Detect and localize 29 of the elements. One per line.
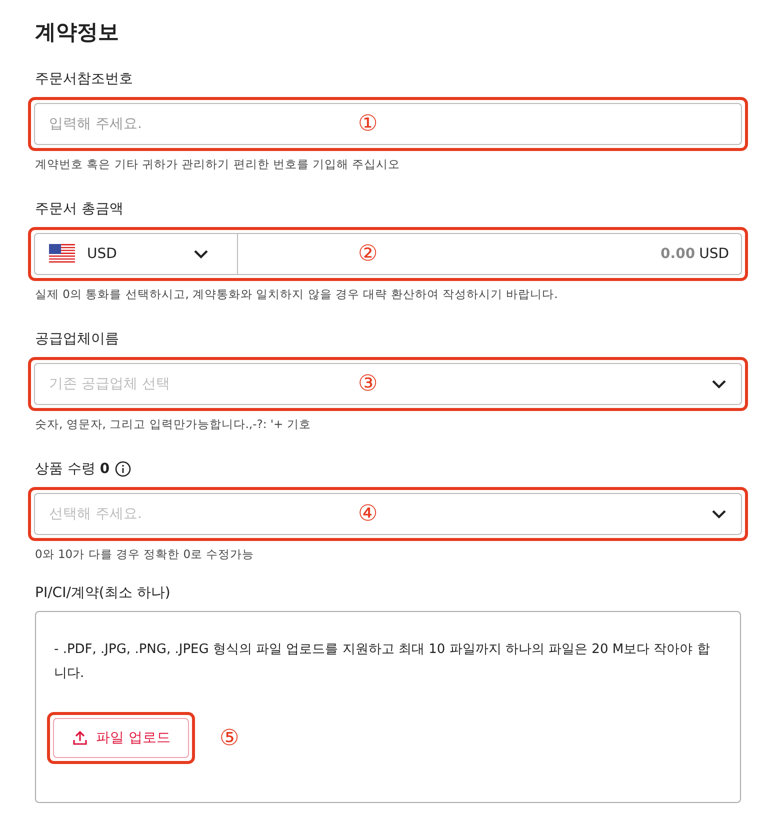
helper-text: 실제 0의 통화를 선택하시고, 계약통화와 일치하지 않을 경우 대략 환산하여 작성하시기 바랍니다.: [35, 287, 559, 302]
upload-note: - .PDF, .JPG, .PNG, .JPEG 형식의 파일 업로드를 지원하고 최대 10 파일까지 하나의 파일은 20 M보다 작아야 합니다.: [54, 641, 711, 683]
amount-value: 0.00: [660, 246, 696, 262]
helper-text: 0와 10가 다를 경우 정확한 0로 수정가능: [35, 547, 256, 562]
field-label: 주문서참조번호: [35, 70, 133, 88]
amount-unit: USD: [699, 246, 729, 262]
flag-icon: [49, 244, 75, 264]
section-title: 계약정보: [35, 19, 120, 46]
step-marker: ③: [358, 372, 378, 396]
chevron-down-icon: [193, 249, 209, 259]
currency-code: USD: [87, 246, 118, 262]
select-placeholder: 선택해 주세요.: [49, 505, 142, 523]
step-marker: ④: [358, 502, 378, 526]
helper-text: 계약번호 혹은 기타 귀하가 관리하기 편리한 번호를 기입해 주십시오: [35, 157, 402, 172]
field-label: 주문서 총금액: [35, 200, 124, 218]
step-marker: ⑤: [219, 726, 240, 750]
info-icon[interactable]: [114, 461, 131, 477]
chevron-down-icon: [711, 379, 727, 389]
field-label: 상품 수령 0: [35, 460, 110, 478]
step-marker: ①: [358, 112, 378, 136]
helper-text: 숫자, 영문자, 그리고 입력만가능합니다.,-?: '+ 기호: [35, 417, 312, 432]
field-label: 공급업체이름: [35, 330, 119, 348]
upload-icon: [72, 730, 88, 746]
chevron-down-icon: [711, 509, 727, 519]
field-label: PI/CI/계약(최소 하나): [35, 584, 170, 602]
step-marker: ②: [358, 242, 378, 266]
currency-select[interactable]: USD: [35, 234, 238, 274]
upload-button[interactable]: 파일 업로드: [53, 718, 190, 758]
select-placeholder: 기존 공급업체 선택: [49, 375, 170, 393]
